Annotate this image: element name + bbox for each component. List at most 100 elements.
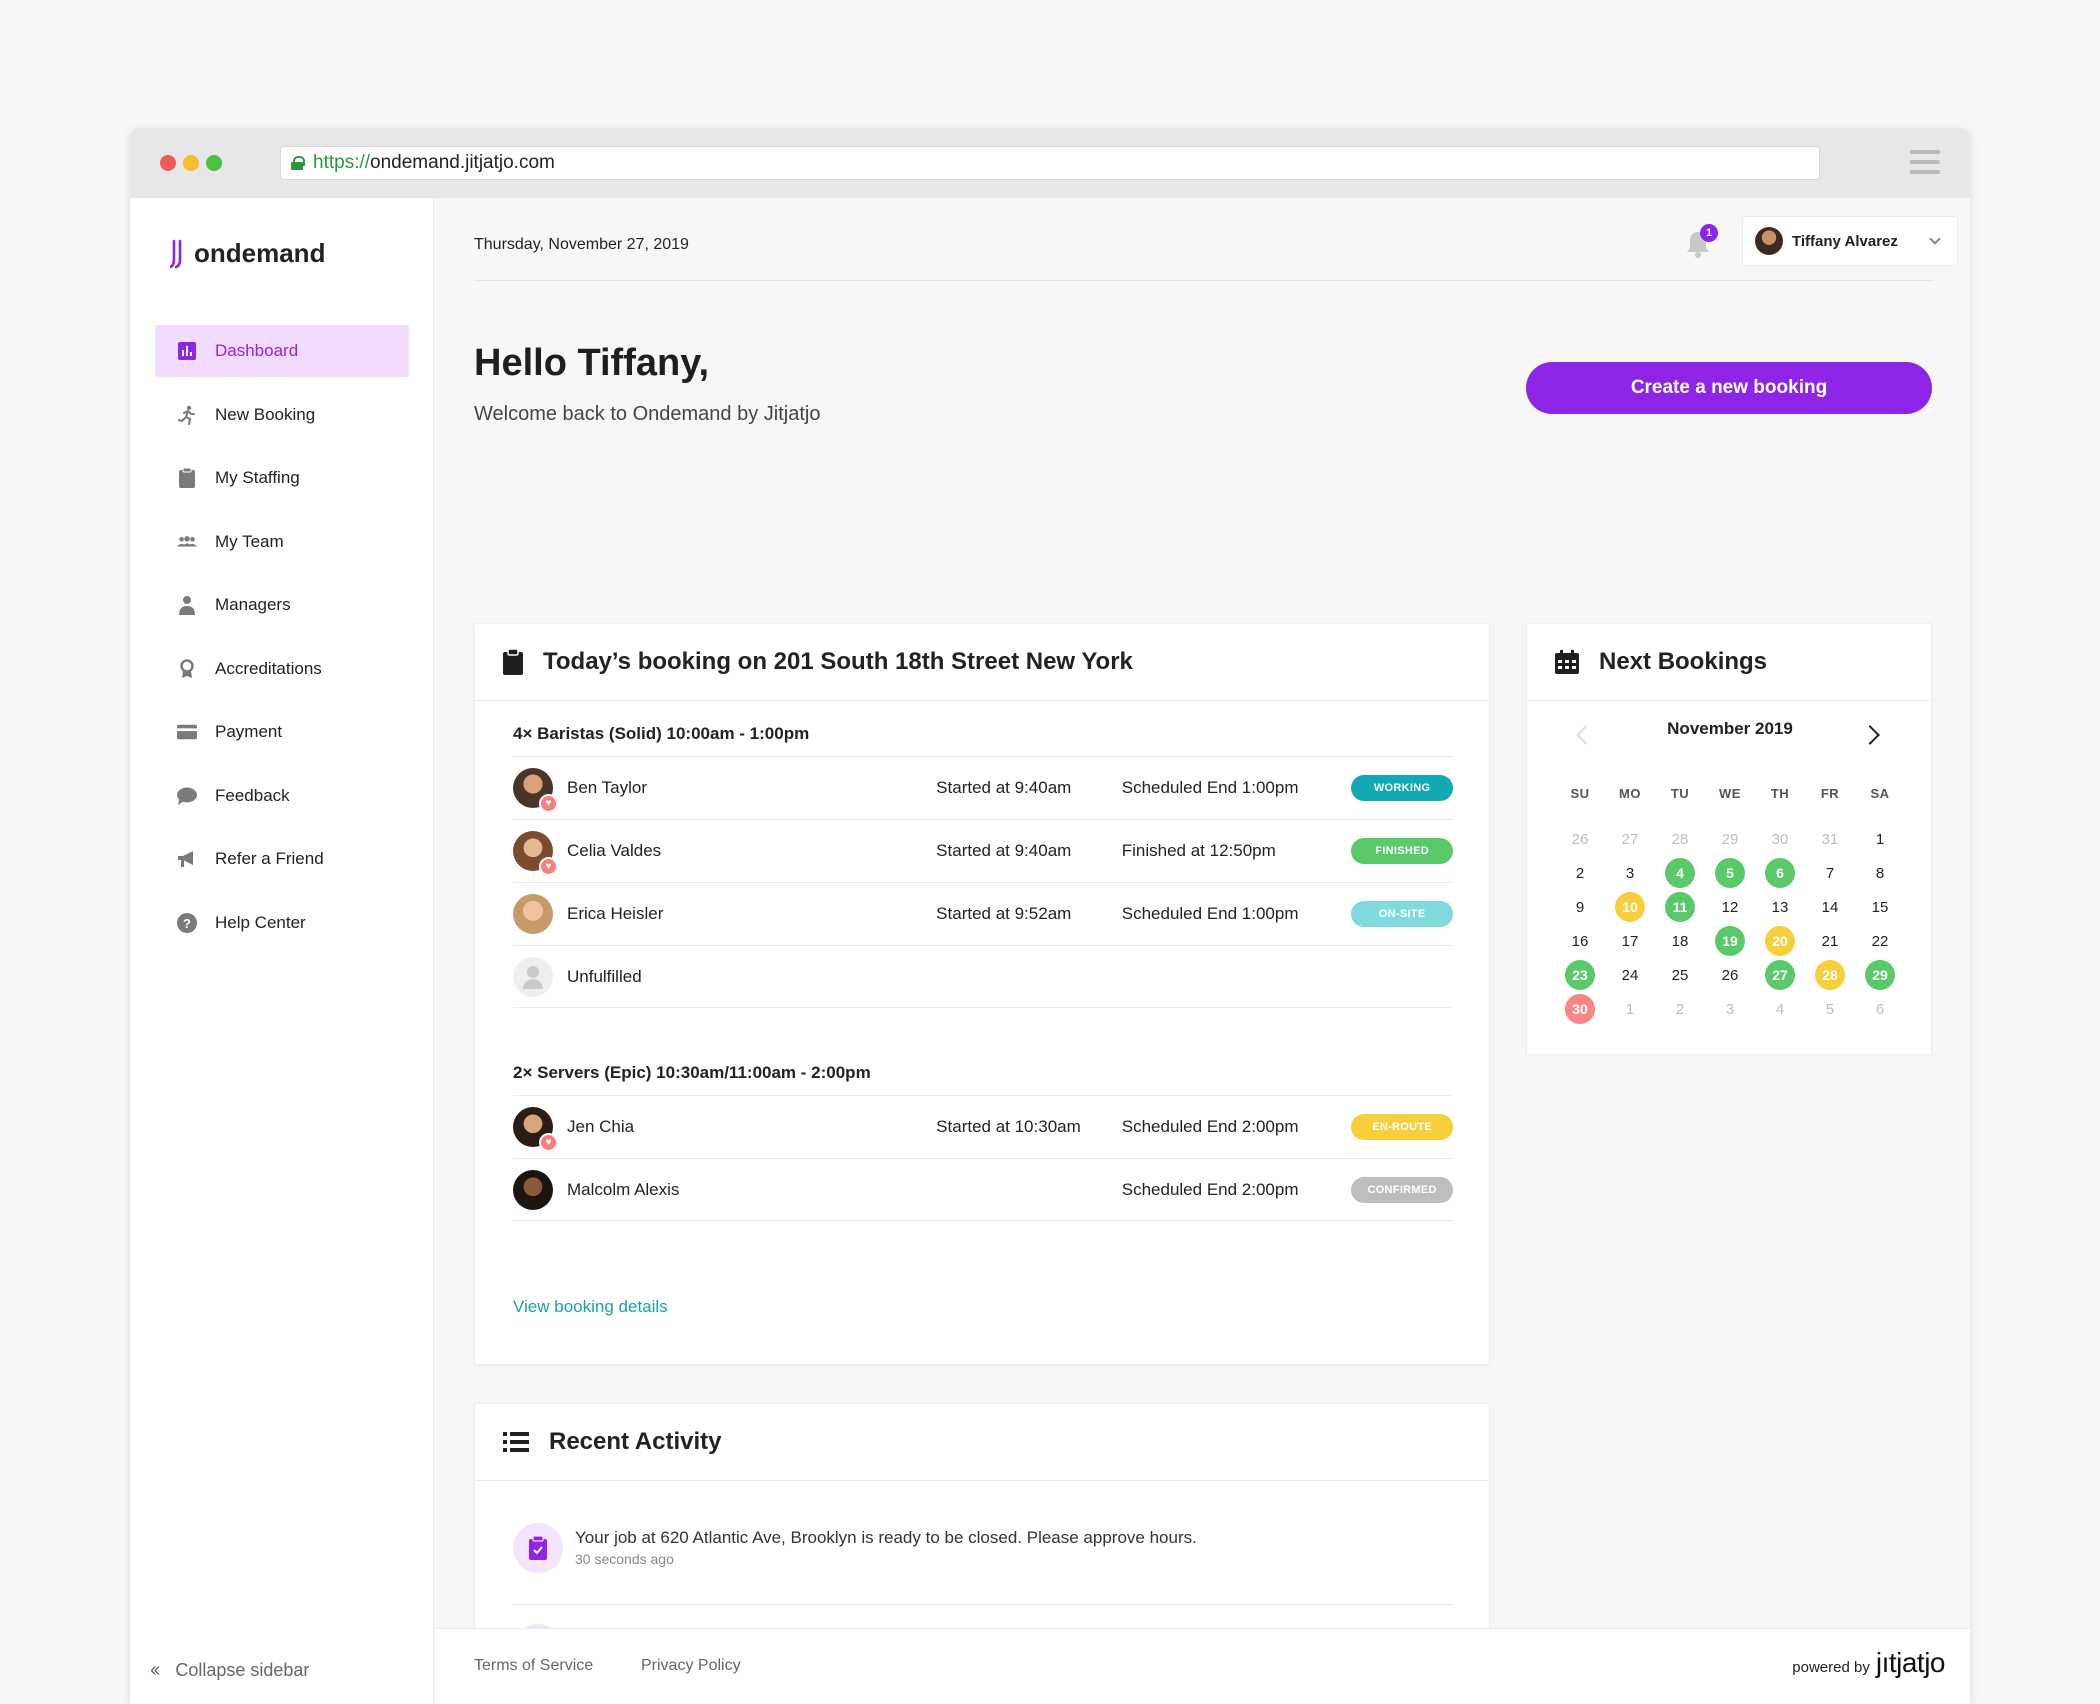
- calendar-day[interactable]: 6: [1755, 856, 1805, 890]
- sidebar-item-managers[interactable]: Managers: [155, 579, 409, 631]
- calendar-day[interactable]: 7: [1805, 856, 1855, 890]
- close-window-button[interactable]: [160, 155, 176, 171]
- terms-of-service-link[interactable]: Terms of Service: [474, 1657, 593, 1675]
- activity-time: 30 seconds ago: [575, 1551, 674, 1567]
- calendar-day[interactable]: 3: [1605, 856, 1655, 890]
- browser-menu-icon[interactable]: [1910, 150, 1940, 174]
- staff-row[interactable]: ♥ Jen Chia Started at 10:30am Scheduled End…: [513, 1095, 1453, 1158]
- todays-booking-card: Today’s booking on 201 South 18th Street…: [474, 623, 1490, 1365]
- calendar-day[interactable]: 26: [1705, 958, 1755, 992]
- calendar-day[interactable]: 5: [1705, 856, 1755, 890]
- calendar-day[interactable]: 15: [1855, 890, 1905, 924]
- staff-name: Jen Chia: [567, 1117, 635, 1136]
- booking-group-title: 2× Servers (Epic) 10:30am/11:00am - 2:00…: [513, 1063, 871, 1082]
- calendar-day[interactable]: 14: [1805, 890, 1855, 924]
- calendar-day[interactable]: 19: [1705, 924, 1755, 958]
- calendar-day[interactable]: 3: [1705, 992, 1755, 1026]
- calendar-day[interactable]: 2: [1555, 856, 1605, 890]
- calendar-day[interactable]: 23: [1555, 958, 1605, 992]
- powered-by-brand: jıtjatjo: [1875, 1647, 1946, 1678]
- list-icon: [503, 1432, 529, 1452]
- sidebar-item-label: My Staffing: [215, 468, 300, 487]
- calendar-day[interactable]: 16: [1555, 924, 1605, 958]
- calendar-day[interactable]: 28: [1805, 958, 1855, 992]
- calendar-day[interactable]: 4: [1655, 856, 1705, 890]
- sidebar-item-payment[interactable]: Payment: [155, 706, 409, 758]
- calendar-day[interactable]: 30: [1755, 822, 1805, 856]
- lock-icon: [291, 156, 305, 170]
- booking-day-marker: 4: [1665, 858, 1695, 888]
- booking-group-title: 4× Baristas (Solid) 10:00am - 1:00pm: [513, 724, 810, 743]
- calendar-day[interactable]: 11: [1655, 890, 1705, 924]
- calendar-day[interactable]: 9: [1555, 890, 1605, 924]
- next-bookings-title: Next Bookings: [1599, 648, 1768, 675]
- calendar-day[interactable]: 6: [1855, 992, 1905, 1026]
- clipboard-icon: [503, 649, 523, 675]
- calendar-day[interactable]: 1: [1855, 822, 1905, 856]
- view-booking-details-link[interactable]: View booking details: [513, 1297, 668, 1317]
- sidebar-item-label: My Team: [215, 531, 284, 551]
- calendar-day[interactable]: 27: [1605, 822, 1655, 856]
- calendar-day[interactable]: 20: [1755, 924, 1805, 958]
- calendar-day[interactable]: 28: [1655, 822, 1705, 856]
- sidebar-item-label: Help Center: [215, 912, 306, 932]
- end-time: Scheduled End 1:00pm: [1121, 778, 1299, 797]
- calendar-day[interactable]: 31: [1805, 822, 1855, 856]
- avatar: ♥: [513, 831, 558, 876]
- sidebar-item-help-center[interactable]: ? Help Center: [155, 897, 409, 949]
- collapse-sidebar-button[interactable]: ‹‹ Collapse sidebar: [150, 1659, 309, 1682]
- staff-row[interactable]: ♥ Celia Valdes Started at 9:40am Finished a…: [513, 819, 1453, 882]
- sidebar-item-my-team[interactable]: My Team: [155, 516, 409, 568]
- staff-row[interactable]: Erica Heisler Started at 9:52am Scheduled …: [513, 882, 1453, 945]
- logo[interactable]: ondemand: [170, 238, 325, 269]
- calendar-week: 2345678: [1555, 856, 1905, 890]
- address-bar[interactable]: https://ondemand.jitjatjo.com: [280, 146, 1820, 180]
- sidebar-item-refer-a-friend[interactable]: Refer a Friend: [155, 833, 409, 885]
- calendar-day[interactable]: 24: [1605, 958, 1655, 992]
- calendar-day[interactable]: 26: [1555, 822, 1605, 856]
- staff-row[interactable]: Unfulfilled: [513, 945, 1453, 1008]
- sidebar-item-new-booking[interactable]: New Booking: [155, 389, 409, 441]
- sidebar-item-accreditations[interactable]: Accreditations: [155, 643, 409, 695]
- booking-day-marker: 20: [1765, 926, 1795, 956]
- staff-name: Ben Taylor: [567, 778, 648, 797]
- staff-row[interactable]: Malcolm Alexis Scheduled End 2:00pm CONFIR…: [513, 1158, 1453, 1221]
- footer: Terms of Service Privacy Policy powered …: [434, 1628, 1970, 1704]
- staff-row[interactable]: ♥ Ben Taylor Started at 9:40am Scheduled En…: [513, 756, 1453, 819]
- calendar-day[interactable]: 8: [1855, 856, 1905, 890]
- calendar-day[interactable]: 18: [1655, 924, 1705, 958]
- calendar-day[interactable]: 17: [1605, 924, 1655, 958]
- calendar-day[interactable]: 5: [1805, 992, 1855, 1026]
- booking-card-header: Today’s booking on 201 South 18th Street…: [475, 624, 1489, 701]
- calendar-day[interactable]: 10: [1605, 890, 1655, 924]
- user-menu[interactable]: Tiffany Alvarez: [1742, 216, 1958, 266]
- minimize-window-button[interactable]: [183, 155, 199, 171]
- privacy-policy-link[interactable]: Privacy Policy: [641, 1657, 741, 1675]
- calendar-day[interactable]: 22: [1855, 924, 1905, 958]
- create-booking-button[interactable]: Create a new booking: [1526, 362, 1932, 414]
- page-subtitle: Welcome back to Ondemand by Jitjatjo: [474, 403, 821, 425]
- sidebar-item-dashboard[interactable]: Dashboard: [155, 325, 409, 377]
- notifications-button[interactable]: 1: [1684, 224, 1718, 260]
- activity-card-header: Recent Activity: [475, 1404, 1489, 1481]
- calendar-day[interactable]: 27: [1755, 958, 1805, 992]
- calendar-day[interactable]: 25: [1655, 958, 1705, 992]
- booking-day-marker: 23: [1565, 960, 1595, 990]
- calendar-week: 16 17 18 19 20 21 22: [1555, 924, 1905, 958]
- calendar-day[interactable]: 1: [1605, 992, 1655, 1026]
- url-scheme: https://: [313, 152, 371, 173]
- sidebar-item-my-staffing[interactable]: My Staffing: [155, 452, 409, 504]
- next-bookings-card: Next Bookings November 2019 SU MO TU WE TH FR…: [1526, 623, 1932, 1055]
- megaphone-icon: [177, 849, 197, 869]
- calendar-day[interactable]: 21: [1805, 924, 1855, 958]
- sidebar-item-feedback[interactable]: Feedback: [155, 770, 409, 822]
- calendar-day[interactable]: 13: [1755, 890, 1805, 924]
- calendar-day[interactable]: 30: [1555, 992, 1605, 1026]
- calendar-day[interactable]: 12: [1705, 890, 1755, 924]
- running-person-icon: [177, 405, 197, 425]
- maximize-window-button[interactable]: [206, 155, 222, 171]
- calendar-day[interactable]: 2: [1655, 992, 1705, 1026]
- calendar-day[interactable]: 29: [1855, 958, 1905, 992]
- calendar-day[interactable]: 4: [1755, 992, 1805, 1026]
- calendar-day[interactable]: 29: [1705, 822, 1755, 856]
